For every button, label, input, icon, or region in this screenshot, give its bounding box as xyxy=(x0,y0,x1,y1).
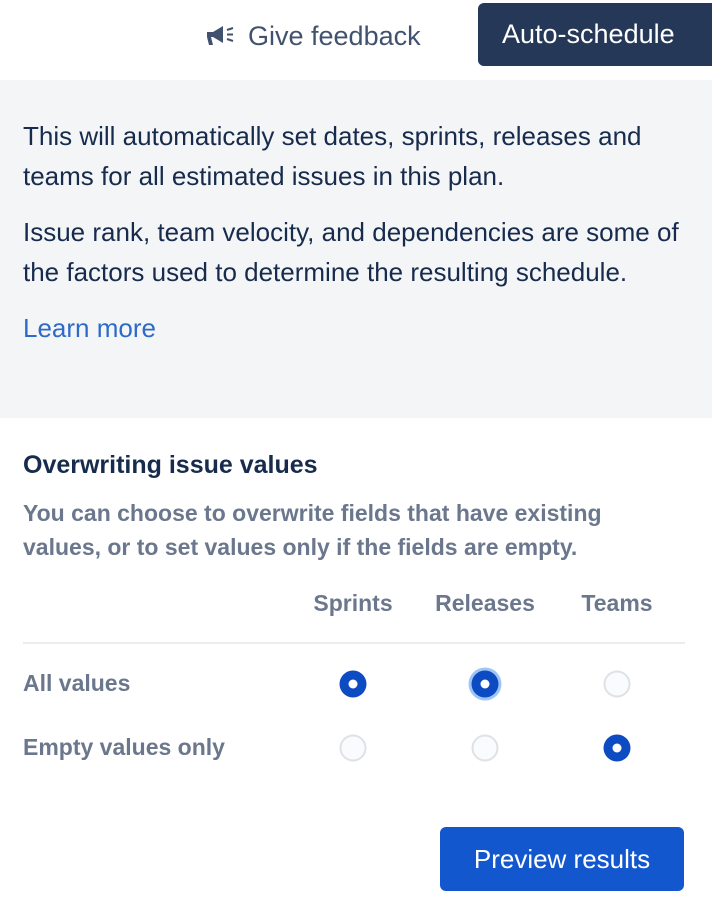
panel-header: Give feedback Auto-schedule xyxy=(0,0,712,80)
row-label-empty-values-only: Empty values only xyxy=(23,734,225,760)
column-header-teams: Teams xyxy=(581,590,653,616)
radio-all-values-releases[interactable] xyxy=(471,670,499,698)
info-paragraph-2: Issue rank, team velocity, and dependenc… xyxy=(23,217,679,287)
info-paragraph-1: This will automatically set dates, sprin… xyxy=(23,121,642,191)
auto-schedule-button[interactable]: Auto-schedule xyxy=(478,3,712,66)
table-divider xyxy=(23,642,685,644)
give-feedback-link[interactable]: Give feedback xyxy=(204,14,421,58)
radio-empty-values-sprints[interactable] xyxy=(339,734,367,762)
radio-all-values-sprints[interactable] xyxy=(339,670,367,698)
radio-empty-values-teams[interactable] xyxy=(603,734,631,762)
section-description: You can choose to overwrite fields that … xyxy=(23,500,602,560)
radio-empty-values-releases[interactable] xyxy=(471,734,499,762)
info-panel: This will automatically set dates, sprin… xyxy=(0,80,712,418)
row-label-all-values: All values xyxy=(23,670,131,696)
column-header-releases: Releases xyxy=(435,590,535,616)
overwrite-section: Overwriting issue values You can choose … xyxy=(23,448,685,564)
learn-more-link[interactable]: Learn more xyxy=(23,308,156,348)
section-title: Overwriting issue values xyxy=(23,451,318,479)
preview-results-button[interactable]: Preview results xyxy=(440,827,684,891)
megaphone-icon xyxy=(204,23,236,49)
column-header-sprints: Sprints xyxy=(313,590,393,616)
radio-all-values-teams[interactable] xyxy=(603,670,631,698)
give-feedback-label: Give feedback xyxy=(248,20,421,51)
